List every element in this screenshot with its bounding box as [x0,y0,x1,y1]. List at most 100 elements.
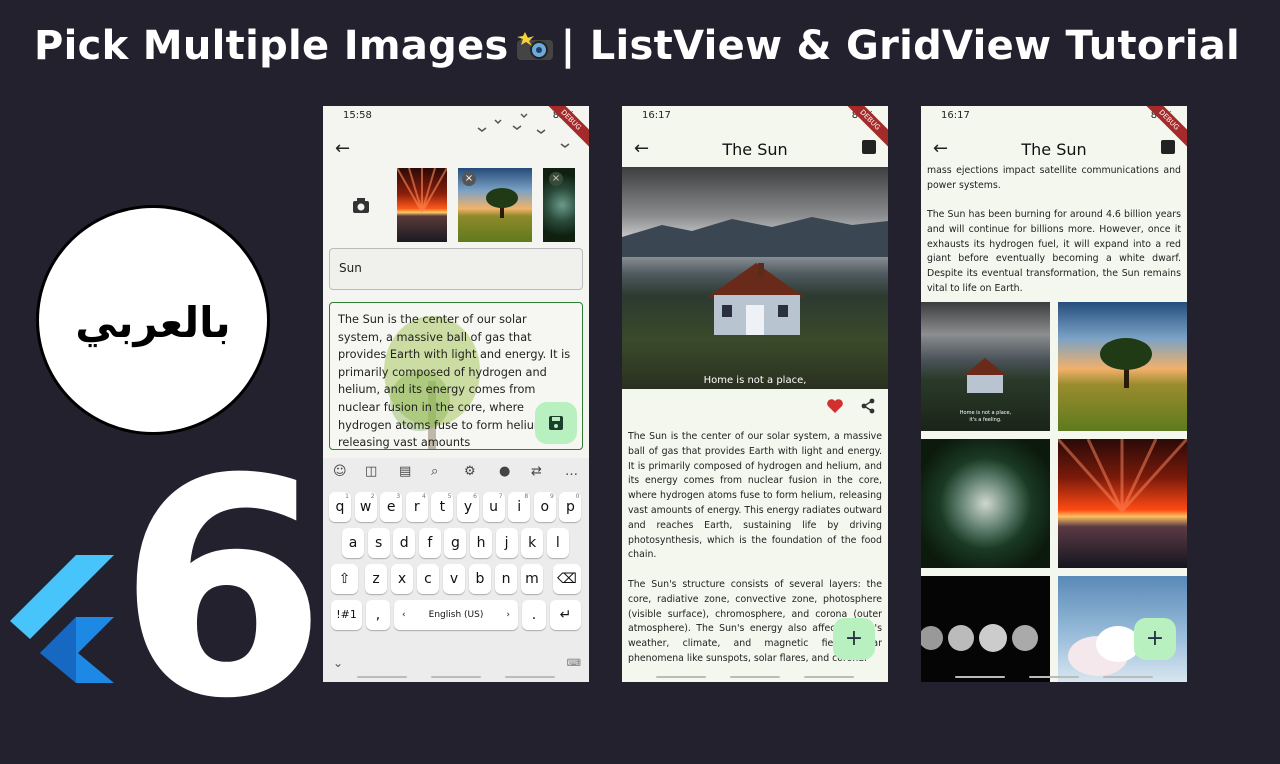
key-hint: 8 [524,493,529,500]
nav-bar [323,672,589,682]
key-n[interactable]: n [495,564,517,594]
search-icon[interactable]: ⌕ [431,464,438,479]
key-w[interactable]: w2 [354,492,377,522]
key-p[interactable]: p0 [559,492,582,522]
key-hint: 3 [396,493,401,500]
picked-image-tree[interactable]: × [458,168,532,242]
key-f[interactable]: f [418,528,441,558]
key-k[interactable]: k [521,528,544,558]
account-box-icon[interactable] [1161,140,1175,154]
grid-image-earth[interactable] [921,439,1050,568]
sticker-icon[interactable]: ◫ [365,464,377,479]
key-y[interactable]: y6 [457,492,479,522]
title-right: | ListView & GridView Tutorial [560,23,1241,69]
key-l[interactable]: l [546,528,569,558]
key-hint: 7 [498,493,503,500]
share-icon[interactable] [860,398,876,414]
key-o[interactable]: o9 [533,492,556,522]
back-arrow-icon[interactable]: ← [335,138,357,160]
add-button[interactable]: + [833,618,875,660]
comma-key[interactable]: , [366,600,390,630]
grid-image-tree[interactable] [1058,302,1187,431]
key-x[interactable]: x [391,564,413,594]
nav-bar [921,672,1187,682]
moon-phases-icon [921,624,1038,652]
key-hint: 0 [575,493,580,500]
title-field[interactable]: Sun [329,248,583,290]
hide-keyboard-icon[interactable]: ⌄ [333,656,343,670]
more-icon[interactable]: … [565,464,578,479]
key-q[interactable]: q1 [329,492,351,522]
episode-number: 6 [118,415,327,764]
key-a[interactable]: a [342,528,364,558]
symbols-key[interactable]: !#1 [331,600,362,630]
save-button[interactable] [535,402,577,444]
key-t[interactable]: t5 [431,492,454,522]
add-button[interactable]: + [1134,618,1176,660]
grid-image-moon-phases[interactable] [921,576,1050,682]
translate-icon[interactable]: ⇄ [531,464,542,479]
app-bar: ← [323,128,589,172]
key-e[interactable]: e3 [380,492,403,522]
space-key[interactable]: ‹ English (US) › [394,600,518,630]
keyboard-switch-icon[interactable]: ⌨ [567,658,581,669]
phone-detail: 16:17 83% DEBUG The Sun ← Home is not a … [622,106,888,682]
key-m[interactable]: m [521,564,543,594]
nav-bar [622,672,888,682]
grid-image-sunset[interactable] [1058,439,1187,568]
house-illustration-icon [622,217,888,335]
shift-key[interactable]: ⇧ [331,564,358,594]
settings-gear-icon[interactable]: ⚙ [464,464,476,479]
body-paragraph-1: The Sun is the center of our solar syste… [628,431,882,561]
sunset-rays-icon [1058,439,1187,513]
left-arrow-icon: ‹ [402,610,406,620]
key-v[interactable]: v [443,564,465,594]
picked-image-earth[interactable]: × [543,168,575,242]
remove-image-icon[interactable]: × [549,172,563,186]
key-h[interactable]: h [470,528,492,558]
grid-caption-2: it's a feeling. [969,417,1002,423]
grid-image-house[interactable]: Home is not a place, it's a feeling. [921,302,1050,431]
clipboard-icon[interactable]: ▤ [399,464,411,479]
key-g[interactable]: g [444,528,467,558]
picked-image-sunset[interactable] [397,168,447,242]
sunset-rays-icon [397,168,447,213]
key-d[interactable]: d [393,528,416,558]
status-time: 16:17 [941,110,970,121]
enter-key[interactable]: ↵ [550,600,581,630]
key-z[interactable]: z [365,564,387,594]
key-j[interactable]: j [495,528,518,558]
backspace-key[interactable]: ⌫ [553,564,581,594]
app-bar: The Sun ← [622,128,888,172]
microphone-icon[interactable]: ● [499,464,510,479]
tree-thumbnail-icon [1100,338,1152,388]
key-s[interactable]: s [367,528,390,558]
video-title: Pick Multiple Images | ListView & GridVi… [34,18,1240,74]
right-arrow-icon: › [506,610,510,620]
status-time: 16:17 [642,110,671,121]
key-hint: 9 [549,493,554,500]
back-arrow-icon[interactable]: ← [634,138,656,160]
key-b[interactable]: b [469,564,491,594]
emoji-icon[interactable]: ☺ [333,464,347,479]
key-r[interactable]: r4 [405,492,428,522]
key-u[interactable]: u7 [482,492,505,522]
camera-button[interactable] [345,192,377,220]
back-arrow-icon[interactable]: ← [933,138,955,160]
key-c[interactable]: c [417,564,439,594]
hero-image-house[interactable]: Home is not a place, [622,167,888,389]
body-paragraph-end: The Sun has been burning for around 4.6 … [927,209,1181,294]
phone-grid: 16:17 83% DEBUG The Sun ← mass ejections… [921,106,1187,682]
key-hint: 1 [345,493,349,500]
period-key[interactable]: . [522,600,546,630]
status-bar: 16:17 83% [921,106,1187,128]
key-i[interactable]: i8 [508,492,531,522]
remove-image-icon[interactable]: × [462,172,476,186]
soft-keyboard: ☺ ◫ ▤ ⌕ ⚙ ● ⇄ … q1w2e3r4t5y6u7i8o9p0 asd… [323,458,589,682]
key-hint: 6 [473,493,477,500]
key-hint: 4 [421,493,426,500]
heart-icon[interactable] [826,398,844,414]
camera-flash-icon [516,32,553,60]
account-box-icon[interactable] [862,140,876,154]
save-icon [549,416,563,430]
